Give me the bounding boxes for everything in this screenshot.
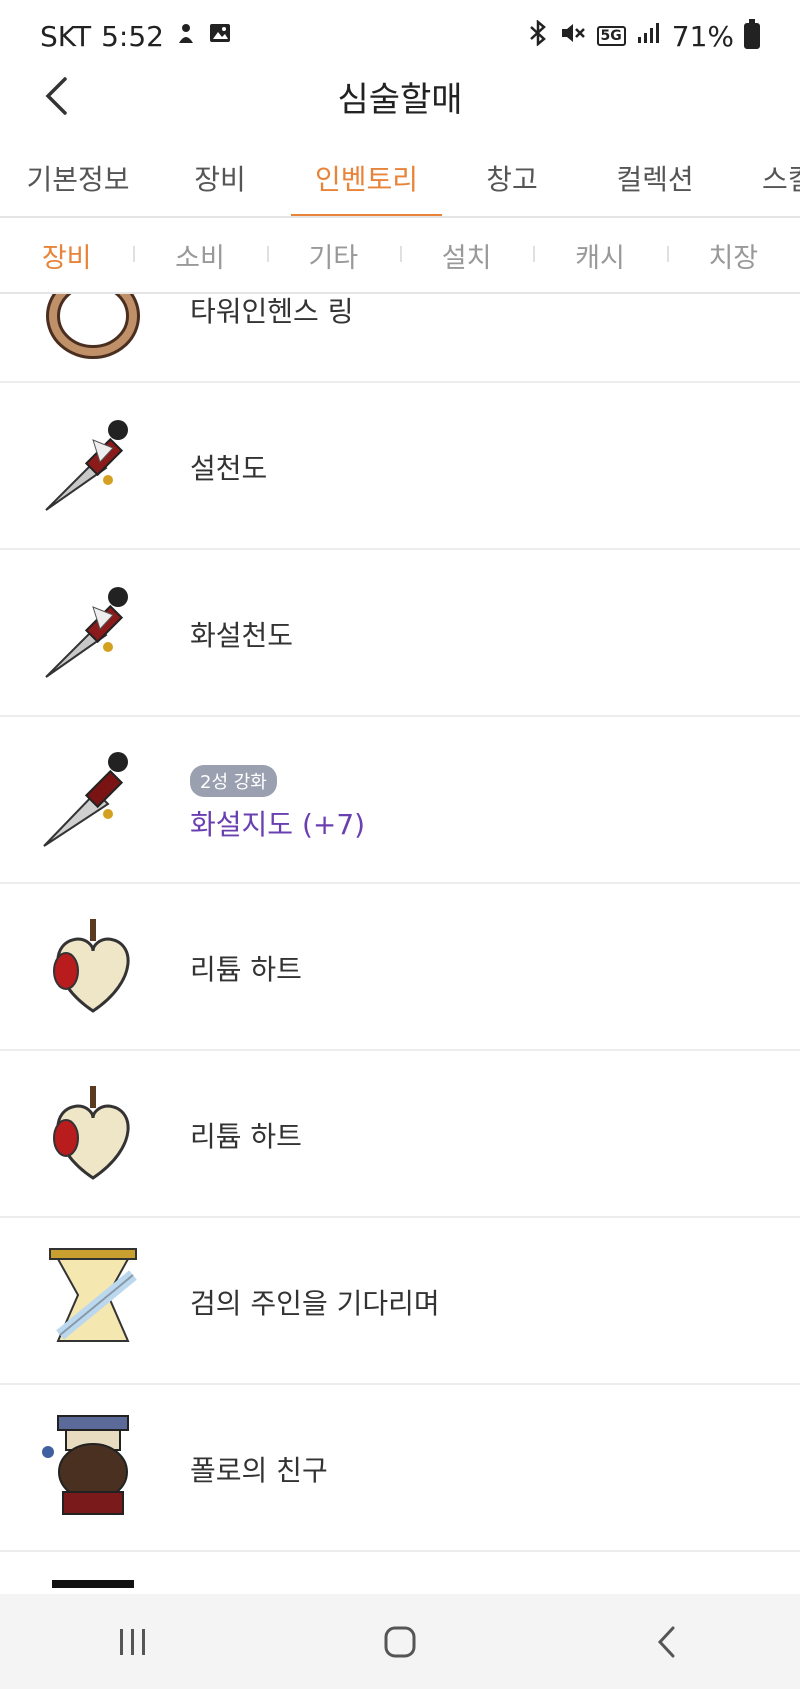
item-name: 검의 주인을 기다리며 bbox=[190, 1287, 440, 1320]
image-icon bbox=[208, 21, 232, 51]
home-button[interactable] bbox=[360, 1612, 440, 1672]
subtab-decoration[interactable]: 치장 bbox=[666, 236, 800, 275]
tab-equipment[interactable]: 장비 bbox=[190, 142, 250, 216]
item-name: 설천도 bbox=[190, 452, 268, 485]
system-nav-bar bbox=[0, 1594, 800, 1689]
item-name: 폴로의 친구 bbox=[190, 1454, 328, 1487]
tab-inventory[interactable]: 인벤토리 bbox=[291, 142, 442, 216]
battery-icon bbox=[744, 19, 760, 49]
list-item[interactable]: 검의 주인을 기다리며 bbox=[0, 1218, 800, 1385]
heart-icon bbox=[38, 911, 148, 1021]
list-item[interactable]: 2성 강화 화설지도 (+7) bbox=[0, 717, 800, 884]
character-icon bbox=[38, 1412, 148, 1522]
home-icon bbox=[384, 1626, 416, 1657]
recent-apps-button[interactable] bbox=[93, 1612, 173, 1672]
subtab-consume[interactable]: 소비 bbox=[133, 236, 266, 275]
battery-percent: 71% bbox=[671, 19, 734, 53]
carrier-label: SKT bbox=[40, 19, 92, 53]
network-5g-icon: 5G bbox=[596, 26, 626, 46]
emblem-icon bbox=[38, 1245, 148, 1355]
page-title: 심술할매 bbox=[337, 79, 463, 120]
notification-icon bbox=[174, 21, 198, 51]
item-icon bbox=[38, 1576, 148, 1594]
tab-storage[interactable]: 창고 bbox=[480, 142, 544, 216]
app-header: 심술할매 bbox=[0, 64, 800, 128]
subtab-equip[interactable]: 장비 bbox=[0, 236, 133, 275]
system-back-button[interactable] bbox=[627, 1612, 707, 1672]
item-name: 화설지도 (+7) bbox=[190, 808, 366, 841]
tab-basic-info[interactable]: 기본정보 bbox=[20, 142, 136, 216]
mute-icon bbox=[559, 20, 587, 52]
back-button[interactable] bbox=[36, 72, 76, 120]
status-bar: SKT 5:52 5G 71% bbox=[0, 0, 800, 72]
tab-skill[interactable]: 스킬 bbox=[762, 142, 800, 216]
status-left: SKT 5:52 bbox=[40, 20, 232, 53]
recent-apps-icon bbox=[120, 1628, 146, 1655]
list-item[interactable]: 타워인헨스 링 bbox=[0, 294, 800, 383]
signal-icon bbox=[636, 21, 662, 51]
sub-tabs: 장비 소비 기타 설치 캐시 치장 bbox=[0, 218, 800, 294]
subtab-install[interactable]: 설치 bbox=[399, 236, 533, 275]
tab-collection[interactable]: 컬렉션 bbox=[610, 142, 700, 216]
item-name: 타워인헨스 링 bbox=[190, 295, 354, 328]
subtab-cash[interactable]: 캐시 bbox=[533, 236, 666, 275]
bluetooth-icon bbox=[527, 19, 549, 52]
clock: 5:52 bbox=[101, 19, 164, 53]
list-item[interactable]: 화설천도 bbox=[0, 550, 800, 717]
main-tabs: 기본정보 장비 인벤토리 창고 컬렉션 스킬 bbox=[0, 142, 800, 218]
heart-icon bbox=[38, 1078, 148, 1188]
item-name: 화설천도 bbox=[190, 619, 294, 652]
subtab-etc[interactable]: 기타 bbox=[266, 236, 400, 275]
chevron-left-icon bbox=[45, 77, 67, 115]
list-item[interactable] bbox=[0, 1552, 800, 1594]
list-item[interactable]: 폴로의 친구 bbox=[0, 1385, 800, 1552]
dagger-icon bbox=[38, 744, 148, 854]
dagger-icon bbox=[38, 410, 148, 520]
status-right: 5G 71% bbox=[527, 19, 760, 53]
dagger-icon bbox=[38, 577, 148, 687]
list-item[interactable]: 리튬 하트 bbox=[0, 884, 800, 1051]
list-item[interactable]: 리튬 하트 bbox=[0, 1051, 800, 1218]
enhance-badge: 2성 강화 bbox=[190, 765, 277, 797]
item-list: 타워인헨스 링 설천도 화설천도 2성 강화 화설지도 (+7) 리튬 하트 리… bbox=[0, 294, 800, 1594]
ring-icon bbox=[38, 294, 148, 366]
chevron-left-icon bbox=[657, 1626, 675, 1657]
item-name: 리튬 하트 bbox=[190, 1120, 302, 1153]
item-name: 리튬 하트 bbox=[190, 953, 302, 986]
list-item[interactable]: 설천도 bbox=[0, 383, 800, 550]
